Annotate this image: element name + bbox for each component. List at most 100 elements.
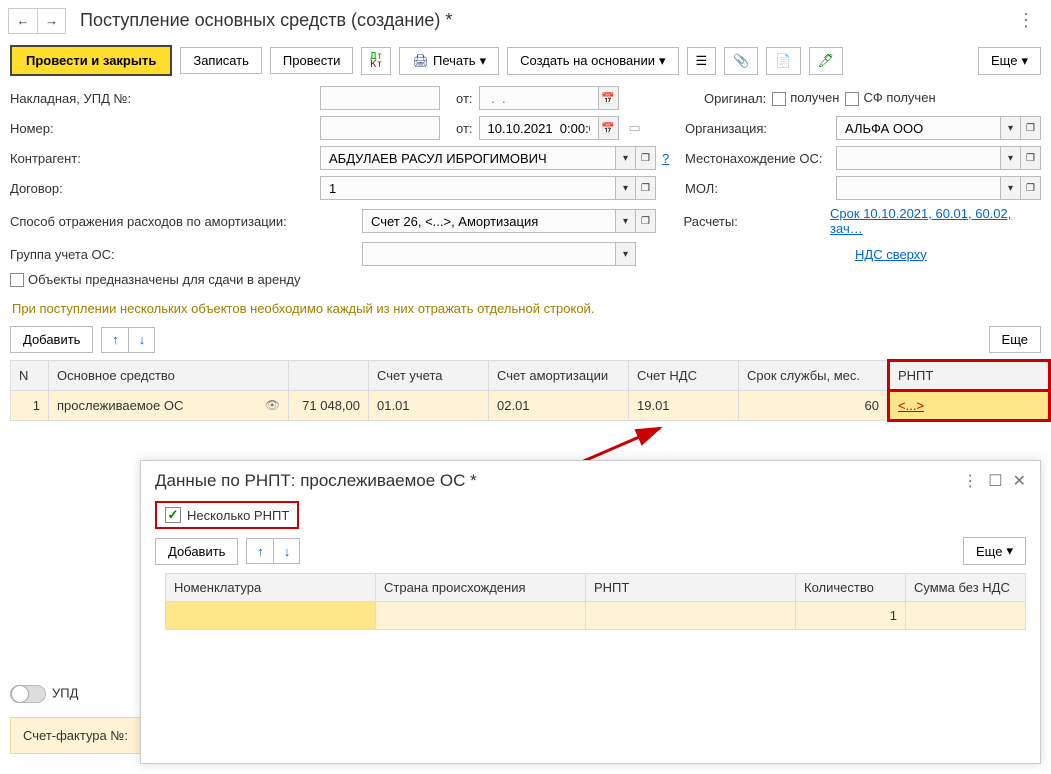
mol-open[interactable]: ❐ — [1021, 176, 1041, 200]
contract-input[interactable] — [327, 180, 609, 197]
pcol-nom[interactable]: Номенклатура — [166, 574, 376, 602]
cell-rnpt[interactable]: <...> — [889, 391, 1050, 421]
popup-move-up[interactable]: ↑ — [247, 539, 273, 563]
dt-kt-button[interactable]: ДтКт — [361, 47, 391, 75]
col-amount[interactable] — [289, 361, 369, 391]
header-more-icon[interactable]: ⋮ — [1009, 6, 1043, 35]
popup-add-button[interactable]: Добавить — [155, 538, 238, 565]
multi-rnpt-checkbox[interactable]: ✓ — [165, 507, 181, 523]
calc-label: Расчеты: — [684, 214, 825, 229]
back-button[interactable]: ← — [9, 9, 37, 33]
hint-text: При поступлении нескольких объектов необ… — [0, 297, 1051, 320]
assets-table: N Основное средство Счет учета Счет амор… — [10, 359, 1051, 422]
eye-icon[interactable]: 👁 — [265, 398, 280, 412]
pcell-sum[interactable] — [906, 602, 1026, 630]
popup-maximize-icon[interactable]: ☐ — [988, 471, 1002, 491]
cell-acct: 01.01 — [369, 391, 489, 421]
date-input[interactable] — [486, 120, 592, 137]
amort-dropdown[interactable]: ▾ — [616, 209, 636, 233]
mol-label: МОЛ: — [685, 181, 830, 196]
col-asset[interactable]: Основное средство — [49, 361, 289, 391]
counterparty-label: Контрагент: — [10, 151, 320, 166]
popup-more-button[interactable]: Еще ▾ — [963, 537, 1026, 565]
org-label: Организация: — [685, 121, 830, 136]
mol-input[interactable] — [843, 180, 994, 197]
pcol-sum[interactable]: Сумма без НДС — [906, 574, 1026, 602]
number-input[interactable] — [327, 120, 433, 137]
add-row-button[interactable]: Добавить — [10, 326, 93, 353]
contract-dropdown[interactable]: ▾ — [616, 176, 636, 200]
print-button[interactable]: Печать ▾ — [399, 47, 499, 75]
multi-rnpt-box: ✓ Несколько РНПТ — [155, 501, 299, 529]
mol-dropdown[interactable]: ▾ — [1001, 176, 1021, 200]
edit-button[interactable] — [809, 47, 844, 75]
pcol-country[interactable]: Страна происхождения — [376, 574, 586, 602]
org-input[interactable] — [843, 120, 994, 137]
sf-received-checkbox[interactable] — [845, 92, 859, 106]
popup-close-icon[interactable]: ✕ — [1013, 471, 1026, 491]
contract-open[interactable]: ❐ — [636, 176, 656, 200]
group-label: Группа учета ОС: — [10, 247, 362, 262]
from-label-1: от: — [456, 91, 473, 106]
from-label-2: от: — [456, 121, 473, 136]
table-more-button[interactable]: Еще — [989, 326, 1041, 353]
cp-dropdown[interactable]: ▾ — [616, 146, 636, 170]
amort-open[interactable]: ❐ — [636, 209, 656, 233]
pcell-nom[interactable] — [166, 602, 376, 630]
received-checkbox[interactable] — [772, 92, 786, 106]
counterparty-input[interactable] — [327, 150, 609, 167]
group-dropdown[interactable]: ▾ — [616, 242, 636, 266]
calendar-icon-2[interactable] — [599, 116, 619, 140]
amort-input[interactable] — [369, 213, 609, 230]
attach-button[interactable] — [724, 47, 758, 75]
pen-icon — [818, 53, 835, 69]
loc-open[interactable]: ❐ — [1021, 146, 1041, 170]
forward-button[interactable]: → — [37, 9, 65, 33]
upd-toggle[interactable] — [10, 685, 46, 703]
post-button[interactable]: Провести — [270, 47, 354, 74]
rent-label: Объекты предназначены для сдачи в аренду — [28, 272, 300, 287]
org-open[interactable]: ❐ — [1021, 116, 1041, 140]
pcell-country[interactable] — [376, 602, 586, 630]
col-rnpt[interactable]: РНПТ — [889, 361, 1050, 391]
move-down-button[interactable]: ↓ — [128, 328, 154, 352]
calc-link[interactable]: Срок 10.10.2021, 60.01, 60.02, зач… — [830, 206, 1041, 236]
pcell-qty[interactable]: 1 — [796, 602, 906, 630]
popup-move-down[interactable]: ↓ — [273, 539, 299, 563]
invoice-label: Накладная, УПД №: — [10, 91, 320, 106]
col-amort[interactable]: Счет амортизации — [489, 361, 629, 391]
original-label: Оригинал: — [704, 91, 766, 106]
rent-checkbox[interactable] — [10, 273, 24, 287]
amort-label: Способ отражения расходов по амортизации… — [10, 214, 362, 229]
post-and-close-button[interactable]: Провести и закрыть — [10, 45, 172, 76]
popup-more-icon[interactable]: ⋮ — [962, 471, 978, 491]
pcell-rnpt[interactable] — [586, 602, 796, 630]
cp-open[interactable]: ❐ — [636, 146, 656, 170]
popup-title: Данные по РНПТ: прослеживаемое ОС * — [155, 471, 477, 491]
create-based-button[interactable]: Создать на основании ▾ — [507, 47, 678, 75]
write-button[interactable]: Записать — [180, 47, 262, 74]
calendar-icon[interactable] — [599, 86, 619, 110]
move-up-button[interactable]: ↑ — [102, 328, 128, 352]
pcol-rnpt[interactable]: РНПТ — [586, 574, 796, 602]
invoice-date-input[interactable] — [486, 90, 592, 107]
vat-link[interactable]: НДС сверху — [855, 247, 927, 262]
rnpt-row[interactable]: 1 — [166, 602, 1026, 630]
more-button[interactable]: Еще ▾ — [978, 47, 1041, 75]
table-row[interactable]: 1 прослеживаемое ОС 👁 71 048,00 01.01 02… — [11, 391, 1050, 421]
col-n[interactable]: N — [11, 361, 49, 391]
pcol-qty[interactable]: Количество — [796, 574, 906, 602]
loc-dropdown[interactable]: ▾ — [1001, 146, 1021, 170]
link-button[interactable] — [687, 47, 717, 75]
invoice-no-input[interactable] — [327, 90, 433, 107]
sf-tab[interactable]: Счет-фактура №: — [10, 717, 141, 754]
org-dropdown[interactable]: ▾ — [1001, 116, 1021, 140]
col-acct[interactable]: Счет учета — [369, 361, 489, 391]
number-label: Номер: — [10, 121, 320, 136]
col-srv[interactable]: Срок службы, мес. — [739, 361, 889, 391]
col-vat[interactable]: Счет НДС — [629, 361, 739, 391]
location-input[interactable] — [843, 150, 994, 167]
help-link[interactable]: ? — [662, 151, 669, 166]
report-button[interactable] — [766, 47, 800, 75]
group-input[interactable] — [369, 246, 609, 263]
